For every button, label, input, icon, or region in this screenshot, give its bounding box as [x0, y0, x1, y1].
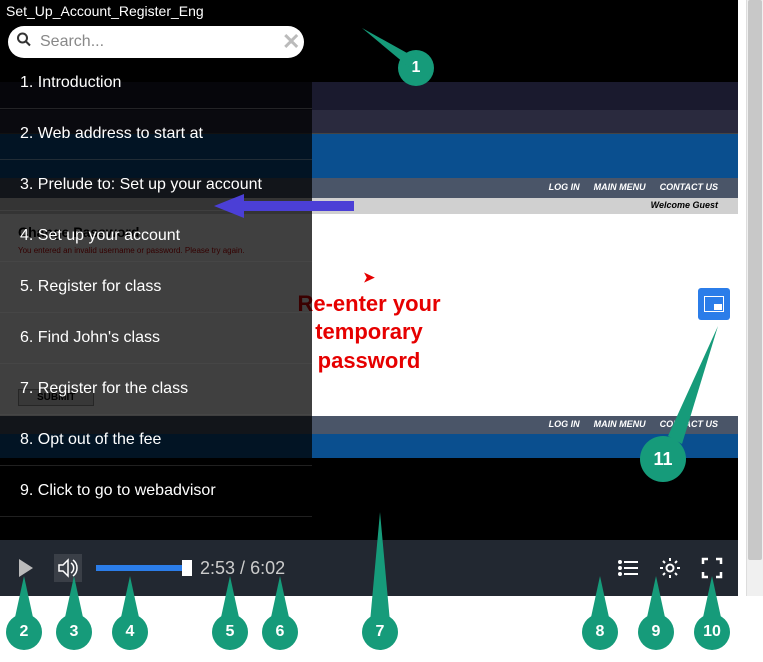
video-title: Set_Up_Account_Register_Eng [6, 3, 204, 19]
toc-item[interactable]: 5. Register for class [0, 262, 312, 313]
title-bar: Set_Up_Account_Register_Eng [0, 0, 738, 22]
toc-item[interactable]: 7. Register for the class [0, 364, 312, 415]
callout-6: 6 [262, 614, 298, 650]
toc-item[interactable]: 1. Introduction [0, 58, 312, 109]
toc-item[interactable]: 8. Opt out of the fee [0, 415, 312, 466]
nav-contact: CONTACT US [660, 182, 718, 194]
nav-login: LOG IN [549, 182, 580, 194]
playlist-button[interactable] [614, 554, 642, 582]
list-icon [617, 559, 639, 577]
volume-fill [96, 565, 186, 571]
callout-10: 10 [694, 614, 730, 650]
callout-9: 9 [638, 614, 674, 650]
clear-search-icon[interactable]: ✕ [282, 29, 300, 55]
table-of-contents: 1. Introduction 2. Web address to start … [0, 58, 312, 540]
footer-login: LOG IN [549, 419, 580, 431]
annotation-arrow [214, 192, 354, 220]
search-input[interactable] [8, 26, 304, 58]
picture-in-picture-button[interactable] [698, 288, 730, 320]
pip-icon [704, 296, 724, 312]
callout-3: 3 [56, 614, 92, 650]
controls-bar: 2:53 / 6:02 [0, 540, 738, 596]
footer-main-menu: MAIN MENU [594, 419, 646, 431]
callout-11: 11 [640, 436, 686, 482]
callout-1: 1 [398, 50, 434, 86]
nav-main-menu: MAIN MENU [594, 182, 646, 194]
callout-8: 8 [582, 614, 618, 650]
volume-slider[interactable] [96, 565, 186, 571]
callout-2: 2 [6, 614, 42, 650]
duration: 6:02 [250, 558, 285, 578]
toc-item[interactable]: 6. Find John's class [0, 313, 312, 364]
toc-item[interactable]: 2. Web address to start at [0, 109, 312, 160]
toc-item[interactable]: 9. Click to go to webadvisor [0, 466, 312, 517]
play-icon [19, 559, 33, 577]
volume-thumb[interactable] [182, 560, 192, 576]
cursor-icon: ➤ [363, 268, 375, 286]
scroll-thumb[interactable] [748, 0, 762, 560]
callout-5: 5 [212, 614, 248, 650]
current-time: 2:53 [200, 558, 235, 578]
player-container: Set_Up_Account_Register_Eng ✕ 1. Introdu… [0, 0, 738, 596]
callout-4: 4 [112, 614, 148, 650]
scrollbar[interactable] [746, 0, 763, 596]
callout-7: 7 [362, 614, 398, 650]
